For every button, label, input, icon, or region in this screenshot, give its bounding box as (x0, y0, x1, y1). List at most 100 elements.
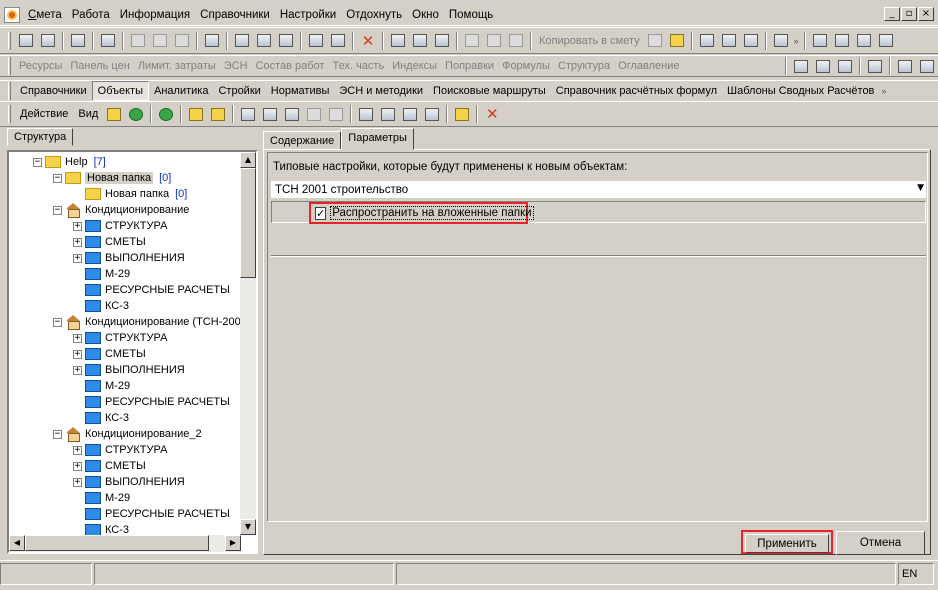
apply-button[interactable]: Применить (741, 530, 833, 554)
tree-node[interactable]: Новая папка [0] (73, 186, 187, 202)
tree-node-label[interactable]: М-29 (105, 492, 130, 504)
tree-node-label[interactable]: ВЫПОЛНЕНИЯ (105, 364, 185, 376)
collapse-icon[interactable]: − (53, 429, 62, 439)
section-analytics[interactable]: Аналитика (149, 82, 213, 100)
tree-node[interactable]: РЕСУРСНЫЕ РАСЧЕТЫ (73, 282, 230, 298)
tree-node[interactable]: − Help [7] (33, 154, 106, 170)
expand-icon[interactable]: + (73, 365, 82, 375)
esn-button[interactable]: ЭСН (220, 60, 252, 72)
doc-rr-icon[interactable] (400, 104, 420, 124)
tree-node[interactable]: + ВЫПОЛНЕНИЯ (73, 250, 185, 266)
formulas-button[interactable]: Формулы (498, 60, 554, 72)
action-menu[interactable]: Действие (15, 105, 73, 123)
resources-button[interactable]: Ресурсы (15, 60, 66, 72)
tree-node[interactable]: + СМЕТЫ (73, 458, 146, 474)
shovel-icon[interactable] (813, 56, 833, 76)
insert-row-icon[interactable] (388, 31, 408, 51)
restore-button[interactable]: ▫ (901, 7, 917, 21)
menu-smeta[interactable]: Смета (23, 6, 67, 24)
doc-ls-icon[interactable] (238, 104, 258, 124)
collapse-icon[interactable]: − (53, 173, 62, 183)
section-summary-templates[interactable]: Шаблоны Сводных Расчётов (722, 82, 879, 100)
tree-node[interactable]: + СМЕТЫ (73, 346, 146, 362)
move-icon[interactable] (432, 31, 452, 51)
indent-out-icon[interactable] (832, 31, 852, 51)
tree-node-label[interactable]: М-29 (105, 268, 130, 280)
doc-m-icon[interactable] (356, 104, 376, 124)
tree-node-label[interactable]: Help (65, 156, 88, 168)
note-icon[interactable] (452, 104, 472, 124)
tree-node-label[interactable]: СТРУКТУРА (105, 444, 167, 456)
books-icon[interactable] (895, 56, 915, 76)
recalc-icon[interactable] (202, 31, 222, 51)
app-icon[interactable] (4, 6, 20, 23)
corrections-button[interactable]: Поправки (441, 60, 498, 72)
apply-button-face[interactable]: Применить (745, 534, 829, 553)
tree-node[interactable]: + ВЫПОЛНЕНИЯ (73, 362, 185, 378)
tools-icon[interactable] (791, 56, 811, 76)
object-note-icon[interactable] (276, 31, 296, 51)
close-button[interactable]: × (918, 7, 934, 21)
tree-node-label[interactable]: КС-3 (105, 524, 129, 535)
undo-icon[interactable] (172, 31, 192, 51)
toolbar-grip[interactable] (8, 31, 11, 50)
section-search-routes[interactable]: Поисковые маршруты (428, 82, 551, 100)
scroll-thumb[interactable] (240, 168, 256, 278)
propagate-checkbox-label[interactable]: Распространить на вложенные папки (330, 206, 534, 220)
propagate-checkbox[interactable]: ✓ (315, 206, 327, 220)
scroll-up-icon[interactable]: ▲ (240, 152, 256, 168)
tree-node-label[interactable]: КС-3 (105, 300, 129, 312)
stack-icon[interactable] (917, 56, 937, 76)
view-menu[interactable]: Вид (73, 105, 103, 123)
tree-node[interactable]: − Новая папка [0] (53, 170, 171, 186)
tree-node-label[interactable]: СМЕТЫ (105, 460, 146, 472)
expand-icon[interactable]: + (73, 445, 82, 455)
section-constructions[interactable]: Стройки (213, 82, 265, 100)
tree-node[interactable]: + СТРУКТУРА (73, 330, 167, 346)
tree-node-label[interactable]: Кондиционирование (85, 204, 189, 216)
indent-in-icon[interactable] (810, 31, 830, 51)
tree-node[interactable]: М-29 (73, 266, 130, 282)
align-icon[interactable] (854, 31, 874, 51)
import-icon[interactable] (306, 31, 326, 51)
doc-pr-icon[interactable] (741, 31, 761, 51)
align-right-icon[interactable] (876, 31, 896, 51)
tree-node[interactable]: М-29 (73, 490, 130, 506)
tree-node[interactable]: + СТРУКТУРА (73, 442, 167, 458)
toolbar-grip[interactable] (8, 105, 11, 123)
search-icon[interactable] (98, 31, 118, 51)
delete-icon[interactable]: ✕ (358, 31, 378, 51)
expand-icon[interactable]: + (73, 253, 82, 263)
clipboard-icon[interactable] (645, 31, 665, 51)
collapse-icon[interactable]: − (53, 317, 62, 327)
copy-icon[interactable] (484, 31, 504, 51)
tab-parameters[interactable]: Параметры (341, 128, 414, 150)
menu-rest[interactable]: Отдохнуть (341, 6, 407, 24)
doc-r-icon[interactable] (719, 31, 739, 51)
expand-icon[interactable]: + (73, 477, 82, 487)
object-copy-icon[interactable] (254, 31, 274, 51)
object-add-icon[interactable] (232, 31, 252, 51)
overflow-chevron-icon[interactable]: » (794, 36, 799, 46)
tree-node[interactable]: + ВЫПОЛНЕНИЯ (73, 474, 185, 490)
minimize-button[interactable]: _ (884, 7, 900, 21)
structure-button[interactable]: Структура (554, 60, 614, 72)
copy-to-estimate-button[interactable]: Копировать в смету (535, 35, 644, 47)
tree-node-label[interactable]: РЕСУРСНЫЕ РАСЧЕТЫ (105, 396, 230, 408)
tree-expand-icon[interactable] (38, 31, 58, 51)
tree-node[interactable]: − Кондиционирование (ТСН-200 (53, 314, 241, 330)
price-panel-button[interactable]: Панель цен (66, 60, 133, 72)
tree-node[interactable]: + СТРУКТУРА (73, 218, 167, 234)
standard-settings-select[interactable]: ТСН 2001 строительство ▼ (271, 181, 926, 198)
chevron-down-icon[interactable]: ▼ (917, 183, 924, 193)
tree-node[interactable]: М-29 (73, 378, 130, 394)
delete-icon[interactable]: ✕ (482, 104, 502, 124)
section-esn-methods[interactable]: ЭСН и методики (334, 82, 428, 100)
truck-icon[interactable] (865, 56, 885, 76)
refresh-icon[interactable] (150, 31, 170, 51)
collapse-icon[interactable]: − (53, 205, 62, 215)
tree-node[interactable]: КС-3 (73, 410, 129, 426)
tree-node-label[interactable]: СМЕТЫ (105, 348, 146, 360)
toolbar-grip[interactable] (8, 57, 11, 75)
arrow-down-icon[interactable] (326, 104, 346, 124)
